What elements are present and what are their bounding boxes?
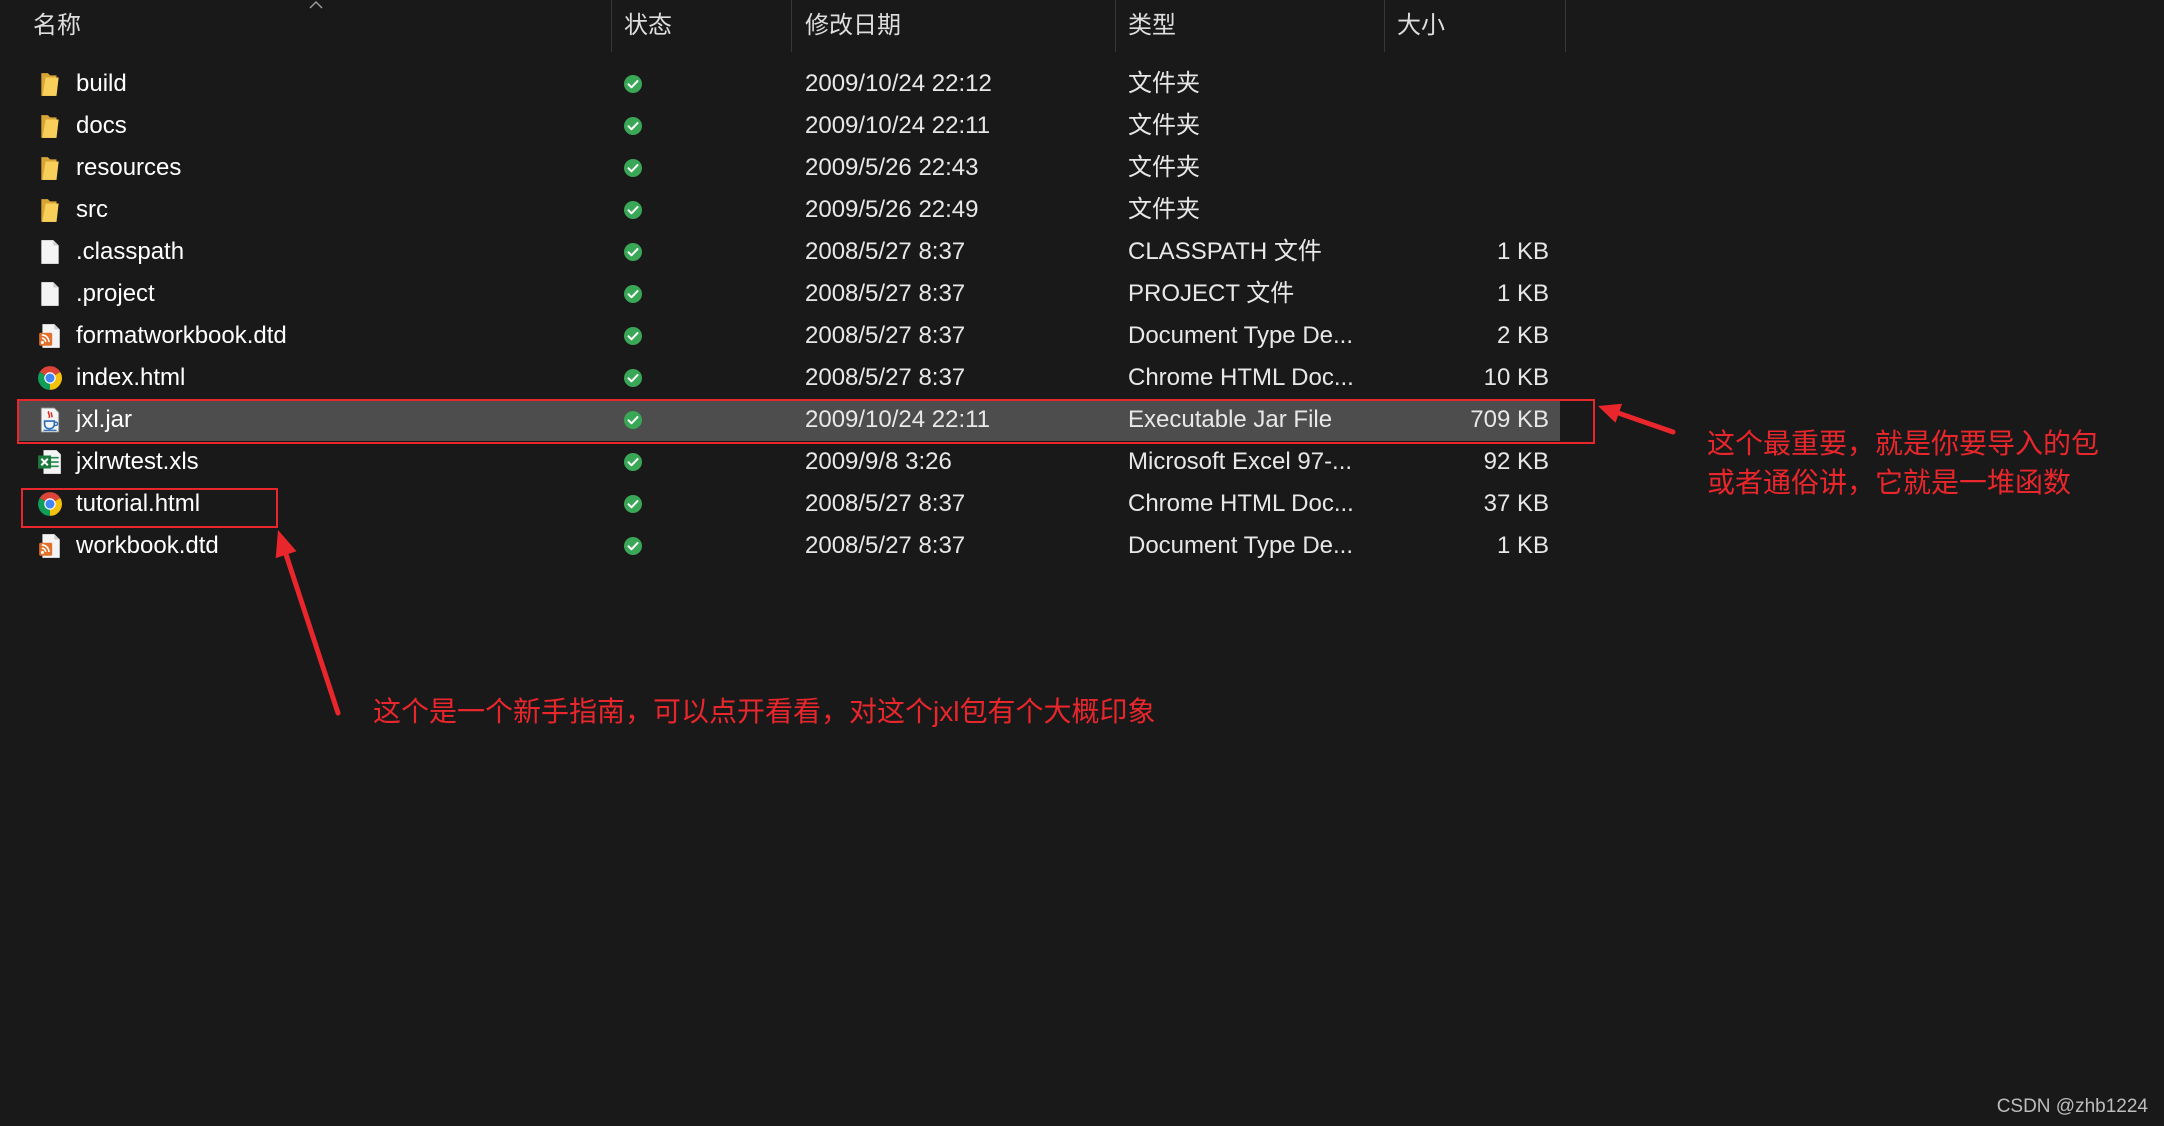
sync-available-icon [623,116,643,136]
file-size: 37 KB [1483,490,1549,517]
dtd-file-icon [37,533,63,559]
file-type: CLASSPATH 文件 [1128,238,1322,265]
sync-available-icon [623,74,643,94]
sync-available-icon [623,368,643,388]
file-name: build [76,70,127,97]
column-header-modified[interactable]: 修改日期 [805,0,901,52]
file-row-docs[interactable]: docs 2009/10/24 22:11 文件夹 [19,105,1560,147]
file-size: 1 KB [1496,280,1549,307]
sync-available-icon [623,326,643,346]
modified-date: 2009/9/8 3:26 [805,448,952,475]
folder-icon [37,197,63,223]
column-header-name[interactable]: 名称 [33,0,81,52]
file-name: src [76,196,108,223]
file-size: 1 KB [1496,532,1549,559]
file-icon [37,239,63,265]
file-type: Chrome HTML Doc... [1128,364,1354,391]
file-row-resources[interactable]: resources 2009/5/26 22:43 文件夹 [19,147,1560,189]
file-name: jxlrwtest.xls [76,448,199,475]
file-type: 文件夹 [1128,70,1200,97]
file-name: .classpath [76,238,185,265]
modified-date: 2009/10/24 22:11 [805,112,991,139]
file-name: resources [76,154,182,181]
chevron-up-icon [309,0,323,9]
file-row-formatworkbook-dtd[interactable]: formatworkbook.dtd 2008/5/27 8:37 Docume… [19,315,1560,357]
file-type: Document Type De... [1128,532,1353,559]
file-type: 文件夹 [1128,196,1200,223]
file-type: 文件夹 [1128,112,1200,139]
modified-date: 2009/5/26 22:49 [805,196,979,223]
file-row-classpath[interactable]: .classpath 2008/5/27 8:37 CLASSPATH 文件 1… [19,231,1560,273]
tutorial-annotation-note: 这个是一个新手指南，可以点开看看，对这个jxl包有个大概印象 [373,696,1156,727]
file-name: workbook.dtd [76,532,219,559]
file-row-index-html[interactable]: index.html 2008/5/27 8:37 Chrome HTML Do… [19,357,1560,399]
file-type: 文件夹 [1128,154,1200,181]
sync-available-icon [623,200,643,220]
column-divider[interactable] [1115,0,1116,52]
file-name: formatworkbook.dtd [76,322,287,349]
column-header-bar: 名称 状态 修改日期 类型 大小 [0,0,2164,52]
column-divider[interactable] [611,0,612,52]
jar-note-line-2: 或者通俗讲，它就是一堆函数 [1707,467,2072,498]
sync-available-icon [623,536,643,556]
file-row-jxlrwtest-xls[interactable]: jxlrwtest.xls 2009/9/8 3:26 Microsoft Ex… [19,441,1560,483]
column-divider[interactable] [1565,0,1566,52]
arrow-to-jar [1598,403,1676,435]
file-size: 92 KB [1483,448,1549,475]
jar-annotation-note: 这个最重要，就是你要导入的包 或者通俗讲，它就是一堆函数 [1707,424,2099,502]
chrome-html-icon [37,365,63,391]
file-row-build[interactable]: build 2009/10/24 22:12 文件夹 [19,63,1560,105]
file-row-src[interactable]: src 2009/5/26 22:49 文件夹 [19,189,1560,231]
file-type: PROJECT 文件 [1128,280,1295,307]
sync-available-icon [623,494,643,514]
sync-available-icon [623,158,643,178]
sync-available-icon [623,284,643,304]
folder-icon [37,113,63,139]
folder-icon [37,71,63,97]
file-icon [37,281,63,307]
modified-date: 2009/10/24 22:12 [805,70,992,97]
column-divider[interactable] [1384,0,1385,52]
dtd-file-icon [37,323,63,349]
modified-date: 2008/5/27 8:37 [805,532,966,559]
column-header-status[interactable]: 状态 [624,0,672,52]
sync-available-icon [623,242,643,262]
modified-date: 2008/5/27 8:37 [805,280,966,307]
jar-note-line-1: 这个最重要，就是你要导入的包 [1707,428,2100,459]
file-size: 2 KB [1496,322,1549,349]
file-size: 1 KB [1496,238,1549,265]
file-row-project[interactable]: .project 2008/5/27 8:37 PROJECT 文件 1 KB [19,273,1560,315]
file-type: Microsoft Excel 97-... [1128,448,1353,475]
excel-icon [37,449,63,475]
folder-icon [37,155,63,181]
modified-date: 2008/5/27 8:37 [805,238,966,265]
jar-highlight-box [17,399,1595,444]
modified-date: 2009/5/26 22:43 [805,154,979,181]
column-divider[interactable] [791,0,792,52]
file-explorer-window: 名称 状态 修改日期 类型 大小 build 2009/10/24 22:12 … [0,0,2164,1126]
modified-date: 2008/5/27 8:37 [805,490,966,517]
modified-date: 2008/5/27 8:37 [805,322,966,349]
tutorial-highlight-box [21,488,278,528]
file-name: docs [76,112,127,139]
file-type: Chrome HTML Doc... [1128,490,1354,517]
file-name: .project [76,280,155,307]
column-header-type[interactable]: 类型 [1128,0,1176,52]
file-type: Document Type De... [1128,322,1353,349]
file-name: index.html [76,364,186,391]
sync-available-icon [623,452,643,472]
file-row-workbook-dtd[interactable]: workbook.dtd 2008/5/27 8:37 Document Typ… [19,525,1560,567]
file-size: 10 KB [1483,364,1549,391]
column-header-size[interactable]: 大小 [1397,0,1445,52]
modified-date: 2008/5/27 8:37 [805,364,966,391]
watermark: CSDN @zhb1224 [1996,1096,2148,1117]
